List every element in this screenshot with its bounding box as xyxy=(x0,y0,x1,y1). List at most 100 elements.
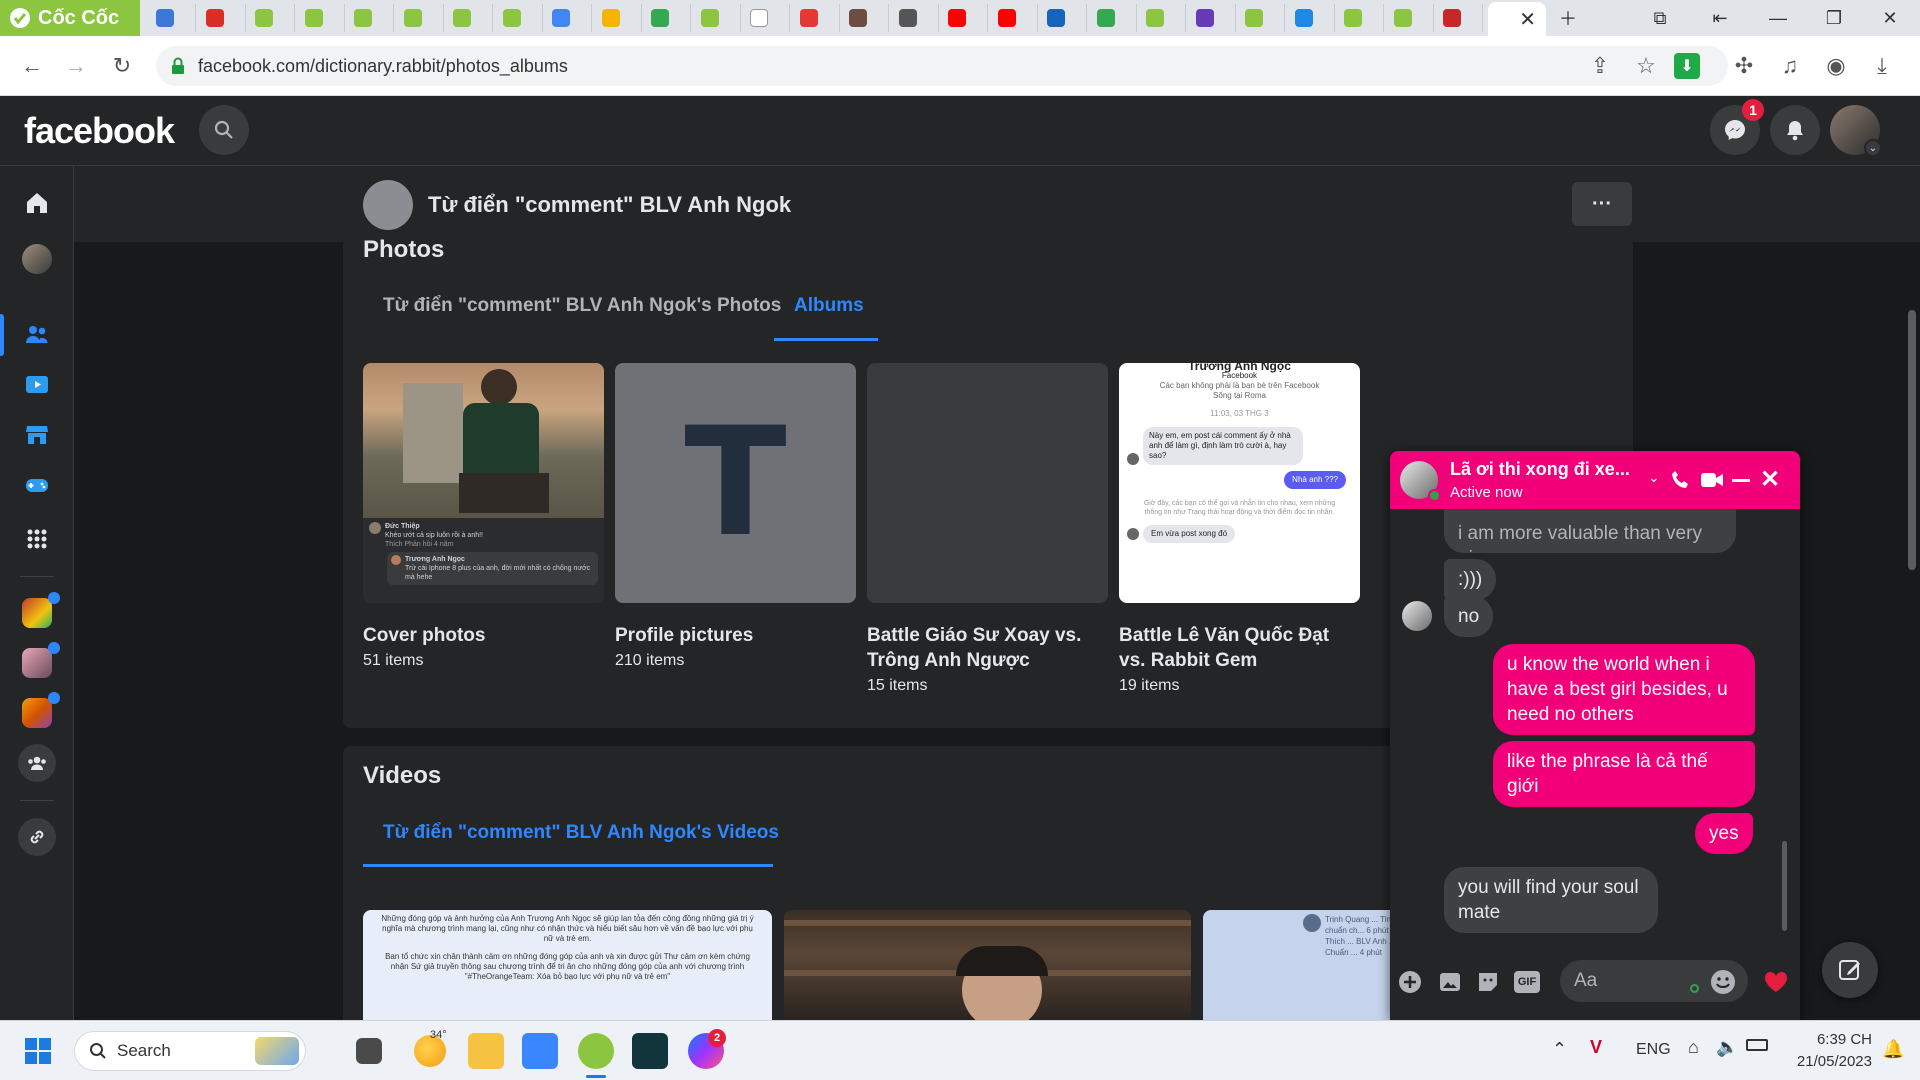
marketplace-nav[interactable] xyxy=(18,416,56,454)
chat-scrollbar[interactable] xyxy=(1782,841,1787,931)
browser-tab[interactable] xyxy=(1388,4,1434,32)
album-battle-dat[interactable]: Trương Anh Ngọc Facebook Các bạn không p… xyxy=(1119,363,1360,695)
browser-tab[interactable] xyxy=(794,4,840,32)
back-history-button[interactable]: ⇤ xyxy=(1700,4,1740,32)
todo-icon[interactable] xyxy=(522,1033,558,1069)
gaming-nav[interactable] xyxy=(18,466,56,504)
profile-button[interactable]: ◉ xyxy=(1820,50,1852,82)
network-icon[interactable]: ⌂ xyxy=(1688,1037,1699,1058)
messenger-button[interactable]: 1 xyxy=(1710,99,1764,155)
search-button[interactable] xyxy=(199,105,249,155)
minimize-chat-icon[interactable] xyxy=(1732,479,1750,482)
browser-tab[interactable] xyxy=(200,4,246,32)
restore-button[interactable]: ❐ xyxy=(1814,4,1854,32)
page-avatar[interactable] xyxy=(363,180,413,230)
home-nav[interactable] xyxy=(18,184,56,222)
close-tab-icon[interactable]: ✕ xyxy=(1519,7,1536,32)
video-thumbnail-2[interactable] xyxy=(784,910,1191,1020)
facebook-logo[interactable]: facebook xyxy=(24,110,175,152)
page-scrollbar[interactable] xyxy=(1908,310,1916,570)
browser-tab[interactable] xyxy=(299,4,345,32)
browser-tab[interactable] xyxy=(843,4,889,32)
forward-button[interactable]: → xyxy=(60,50,92,82)
coccoc-menu-button[interactable]: Cốc Cốc xyxy=(0,0,140,36)
tab-photos-of[interactable]: Từ điển "comment" BLV Anh Ngok's Photos xyxy=(383,295,781,317)
browser-tab[interactable] xyxy=(645,4,691,32)
address-bar[interactable]: facebook.com/dictionary.rabbit/photos_al… xyxy=(156,46,1728,86)
active-tab[interactable]: ✕ xyxy=(1488,2,1546,36)
minimize-button[interactable]: — xyxy=(1758,4,1798,32)
album-cover-photos[interactable]: Đức Thiệp Khéo ướt cả sịp luôn rồi à anh!… xyxy=(363,363,604,670)
chat-name[interactable]: Lã ơi thi xong đi xe... xyxy=(1450,459,1630,480)
tab-videos[interactable]: Từ điển "comment" BLV Anh Ngok's Videos xyxy=(383,822,779,844)
browser-tab[interactable] xyxy=(398,4,444,32)
browser-tab[interactable] xyxy=(1140,4,1186,32)
groups-nav[interactable] xyxy=(18,744,56,782)
browser-tab[interactable] xyxy=(596,4,642,32)
browser-tab[interactable] xyxy=(249,4,295,32)
shortcut-1[interactable] xyxy=(18,592,60,632)
chevron-down-icon[interactable]: ⌄ xyxy=(1648,469,1660,486)
browser-tab[interactable] xyxy=(1041,4,1087,32)
task-view-icon[interactable] xyxy=(356,1038,382,1064)
browser-tab[interactable] xyxy=(1338,4,1384,32)
taskbar-search[interactable]: Search xyxy=(74,1031,306,1071)
new-tab-button[interactable]: ＋ xyxy=(1548,4,1588,32)
phone-icon[interactable] xyxy=(1670,469,1692,491)
windows-start-icon[interactable] xyxy=(24,1037,52,1065)
file-explorer-icon[interactable] xyxy=(468,1033,504,1069)
back-button[interactable]: ← xyxy=(16,50,48,82)
browser-tab[interactable] xyxy=(1437,4,1483,32)
notification-bell-icon[interactable]: 🔔 xyxy=(1882,1039,1904,1060)
clock-time[interactable]: 6:39 CH xyxy=(1788,1031,1872,1048)
browser-tab[interactable] xyxy=(348,4,394,32)
friends-nav[interactable] xyxy=(18,316,56,354)
browser-tab[interactable] xyxy=(893,4,939,32)
browser-tab[interactable] xyxy=(150,4,196,32)
browser-tab[interactable] xyxy=(1289,4,1335,32)
download-video-button[interactable]: ⬇ xyxy=(1674,53,1700,79)
menu-nav[interactable] xyxy=(18,520,56,558)
browser-tab[interactable] xyxy=(992,4,1038,32)
tab-albums[interactable]: Albums xyxy=(794,295,864,317)
more-options-button[interactable]: ··· xyxy=(1572,182,1632,226)
browser-tab[interactable] xyxy=(942,4,988,32)
video-thumbnail-1[interactable]: Những đóng góp và ảnh hưởng của Anh Trươ… xyxy=(363,910,772,1020)
browser-tab[interactable] xyxy=(497,4,543,32)
tab-search-button[interactable]: ⧉ xyxy=(1640,4,1680,32)
bookmark-button[interactable]: ☆ xyxy=(1630,50,1662,82)
add-icon[interactable] xyxy=(1398,970,1422,994)
browser-tab[interactable] xyxy=(744,4,790,32)
volume-icon[interactable]: 🔈 xyxy=(1716,1037,1738,1058)
browser-tab[interactable] xyxy=(1190,4,1236,32)
watch-nav[interactable] xyxy=(18,366,56,404)
browser-tab[interactable] xyxy=(546,4,592,32)
close-window-button[interactable]: ✕ xyxy=(1870,4,1910,32)
browser-tab[interactable] xyxy=(1239,4,1285,32)
image-icon[interactable] xyxy=(1438,970,1462,994)
video-camera-icon[interactable] xyxy=(1700,469,1724,491)
album-profile-pictures[interactable]: T Profile pictures 210 items xyxy=(615,363,856,670)
browser-tab[interactable] xyxy=(1091,4,1137,32)
page-title[interactable]: Từ điển "comment" BLV Anh Ngok xyxy=(428,192,791,218)
coccoc-taskbar-icon[interactable] xyxy=(578,1033,614,1069)
vietnamese-ime-icon[interactable]: V xyxy=(1590,1037,1614,1061)
link-nav[interactable] xyxy=(18,818,56,856)
reload-button[interactable]: ↻ xyxy=(106,50,138,82)
browser-tab[interactable] xyxy=(695,4,741,32)
account-avatar[interactable]: ⌄ xyxy=(1830,105,1882,157)
extensions-button[interactable]: ✣ xyxy=(1728,50,1760,82)
profile-nav[interactable] xyxy=(18,240,56,278)
close-chat-icon[interactable]: ✕ xyxy=(1760,465,1780,494)
sticker-icon[interactable] xyxy=(1476,970,1500,994)
clock-date[interactable]: 21/05/2023 xyxy=(1778,1053,1872,1070)
emoji-icon[interactable] xyxy=(1710,969,1736,995)
music-button[interactable]: ♫ xyxy=(1774,50,1806,82)
app-icon[interactable] xyxy=(632,1033,668,1069)
new-message-button[interactable] xyxy=(1822,942,1878,998)
notifications-button[interactable] xyxy=(1770,105,1820,155)
chat-header[interactable]: Lã ơi thi xong đi xe... Active now ⌄ ✕ xyxy=(1390,451,1800,509)
shortcut-3[interactable] xyxy=(18,692,60,732)
browser-tab[interactable] xyxy=(447,4,493,32)
heart-reaction-icon[interactable] xyxy=(1762,968,1790,996)
